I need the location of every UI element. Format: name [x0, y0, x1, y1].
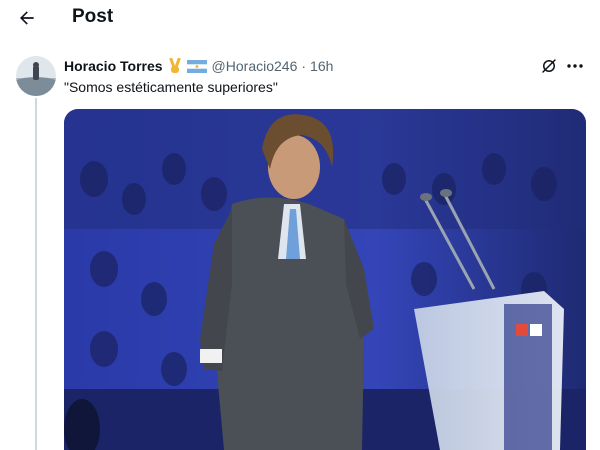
victory-hand-emoji	[168, 58, 182, 74]
more-options-button[interactable]	[564, 56, 586, 76]
post-media[interactable]	[64, 109, 586, 450]
top-bar: Post	[0, 0, 600, 36]
separator-dot: ·	[301, 58, 307, 74]
back-button[interactable]	[14, 5, 40, 31]
page-title: Post	[72, 6, 114, 27]
author-name[interactable]: Horacio Torres	[64, 58, 163, 74]
post-text: "Somos estéticamente superiores"	[64, 79, 278, 95]
grok-button[interactable]	[538, 56, 560, 76]
author-handle[interactable]: @Horacio246	[212, 58, 298, 74]
arrow-left-icon	[20, 11, 34, 25]
post-time[interactable]: 16h	[310, 58, 333, 74]
argentina-flag-emoji	[186, 59, 207, 73]
more-options-icon	[567, 64, 583, 68]
thread-line	[35, 98, 37, 450]
avatar[interactable]	[16, 56, 56, 96]
author-row: Horacio Torres @Horacio246 · 16h	[64, 57, 333, 75]
grok-icon	[542, 59, 556, 73]
